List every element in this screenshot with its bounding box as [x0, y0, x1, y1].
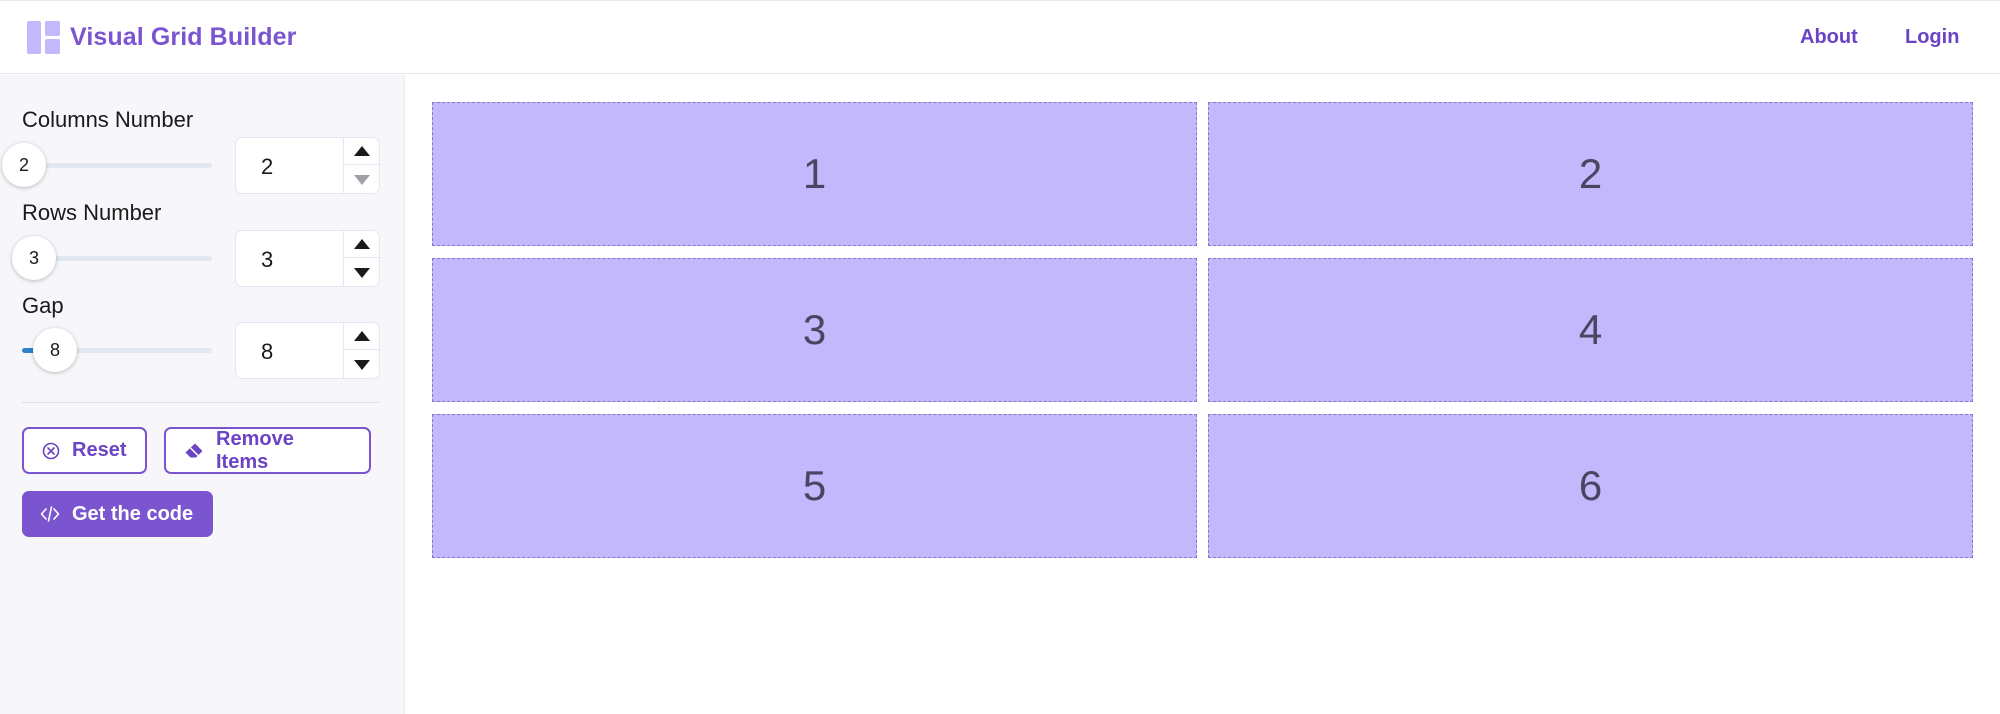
rows-label: Rows Number: [22, 200, 162, 225]
brand[interactable]: Visual Grid Builder: [27, 21, 297, 54]
gap-slider-thumb[interactable]: 8: [33, 328, 77, 372]
rows-slider[interactable]: 3: [12, 236, 212, 280]
close-circle-icon: [42, 442, 60, 460]
gap-input-value: 8: [261, 339, 274, 364]
triangle-down-icon: [353, 359, 370, 370]
layout-grid-icon: [27, 21, 60, 54]
triangle-up-icon: [353, 239, 370, 249]
columns-input-value: 2: [261, 154, 274, 179]
rows-number-input[interactable]: 3: [235, 230, 380, 287]
rows-input-value: 3: [261, 247, 274, 272]
nav-login-link[interactable]: Login: [1905, 26, 1959, 49]
grid-item[interactable]: 5: [432, 414, 1197, 558]
columns-slider[interactable]: 2: [2, 143, 212, 187]
rows-stepper: [343, 231, 379, 286]
columns-stepper: [343, 138, 379, 193]
grid-preview: 1 2 3 4 5 6: [432, 102, 1973, 558]
sidebar-divider: [22, 402, 380, 403]
gap-number-input[interactable]: 8: [235, 322, 380, 379]
columns-decrement-button[interactable]: [344, 166, 379, 193]
grid-item[interactable]: 2: [1208, 102, 1973, 246]
reset-button-label: Reset: [72, 439, 127, 461]
top-navbar: Visual Grid Builder About Login: [0, 0, 2000, 74]
triangle-down-icon: [353, 267, 370, 278]
triangle-up-icon: [353, 331, 370, 341]
gap-decrement-button[interactable]: [344, 351, 379, 378]
grid-item[interactable]: 4: [1208, 258, 1973, 402]
columns-increment-button[interactable]: [344, 138, 379, 165]
settings-sidebar: Columns Number 2 2 Rows Number 3 3 Gap 8…: [0, 75, 405, 714]
nav-about-link[interactable]: About: [1800, 26, 1858, 49]
app-title: Visual Grid Builder: [70, 23, 297, 51]
gap-stepper: [343, 323, 379, 378]
remove-items-button[interactable]: Remove Items: [164, 427, 371, 474]
get-code-button[interactable]: Get the code: [22, 491, 213, 537]
columns-slider-thumb[interactable]: 2: [2, 143, 46, 187]
eraser-icon: [184, 442, 204, 460]
code-icon: [40, 505, 60, 523]
columns-label: Columns Number: [22, 107, 194, 132]
triangle-down-icon: [353, 174, 370, 185]
triangle-up-icon: [353, 146, 370, 156]
grid-item[interactable]: 3: [432, 258, 1197, 402]
rows-increment-button[interactable]: [344, 231, 379, 258]
rows-slider-thumb[interactable]: 3: [12, 236, 56, 280]
rows-decrement-button[interactable]: [344, 259, 379, 286]
gap-label: Gap: [22, 293, 64, 318]
gap-increment-button[interactable]: [344, 323, 379, 350]
columns-number-input[interactable]: 2: [235, 137, 380, 194]
grid-item[interactable]: 6: [1208, 414, 1973, 558]
get-code-button-label: Get the code: [72, 502, 194, 525]
remove-items-button-label: Remove Items: [216, 427, 294, 473]
gap-slider[interactable]: 8: [22, 328, 212, 372]
reset-button[interactable]: Reset: [22, 427, 147, 474]
grid-item[interactable]: 1: [432, 102, 1197, 246]
